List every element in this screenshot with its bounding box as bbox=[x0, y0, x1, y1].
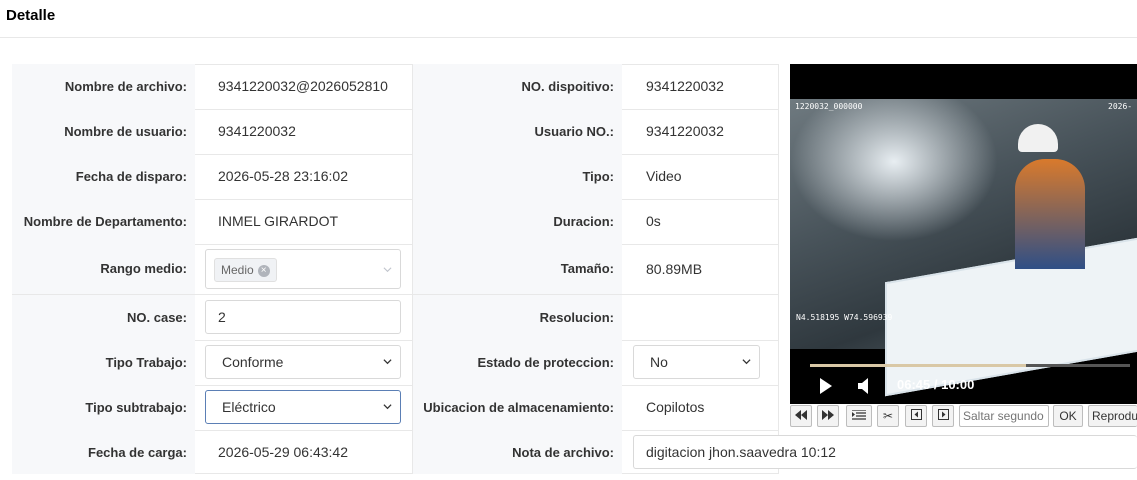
rewind-icon bbox=[795, 410, 807, 420]
type-value: Video bbox=[646, 168, 682, 184]
subwork-type-label: Tipo subtrabajo: bbox=[12, 385, 195, 430]
volume-icon[interactable] bbox=[858, 378, 870, 394]
range-tag: Medio × bbox=[214, 258, 277, 282]
play-icon[interactable] bbox=[820, 378, 832, 394]
file-name-label: Nombre de archivo: bbox=[12, 64, 195, 109]
seek-seconds-input[interactable] bbox=[960, 407, 1048, 425]
video-overlay-date: 2026- bbox=[1108, 102, 1133, 111]
video-progress-bar[interactable] bbox=[810, 364, 1130, 367]
resolution-label: Resolucion: bbox=[412, 295, 622, 340]
chevron-down-icon bbox=[383, 359, 392, 365]
video-frame bbox=[790, 99, 1137, 397]
size-value: 80.89MB bbox=[646, 261, 703, 277]
video-time: 06:45 / 10:00 bbox=[897, 377, 975, 392]
page-header: Detalle bbox=[0, 0, 1137, 38]
protection-status-value: No bbox=[650, 354, 668, 370]
subwork-type-value: Eléctrico bbox=[222, 399, 276, 415]
video-overlay-gps: N4.518195 W74.596939 bbox=[796, 313, 893, 322]
video-progress-fill bbox=[810, 364, 1026, 367]
fast-forward-icon bbox=[822, 410, 834, 420]
cut-button[interactable]: ✂ bbox=[877, 405, 899, 427]
detail-row: NO. case: 2 Resolucion: bbox=[12, 295, 779, 341]
clear-icon[interactable]: × bbox=[257, 264, 270, 277]
upload-date-label: Fecha de carga: bbox=[12, 430, 195, 474]
upload-date-value: 2026-05-29 06:43:42 bbox=[218, 444, 348, 460]
user-number-label: Usuario NO.: bbox=[412, 109, 622, 154]
work-type-value: Conforme bbox=[222, 354, 284, 370]
chevron-down-icon bbox=[383, 404, 392, 410]
chevron-down-icon bbox=[742, 359, 751, 365]
case-number-value: 2 bbox=[218, 309, 226, 325]
chevron-down-icon bbox=[383, 267, 392, 273]
size-label: Tamaño: bbox=[412, 244, 622, 294]
range-select[interactable]: Medio × bbox=[205, 249, 401, 289]
next-frame-icon bbox=[937, 409, 949, 420]
next-frame-button[interactable] bbox=[932, 405, 954, 427]
fast-forward-button[interactable] bbox=[817, 405, 839, 427]
play-button[interactable]: Reproducir bbox=[1088, 405, 1137, 427]
work-type-label: Tipo Trabajo: bbox=[12, 340, 195, 385]
file-note-input[interactable]: digitacion jhon.saavedra 10:12 bbox=[633, 435, 1137, 469]
detail-row: Nombre de Departamento: INMEL GIRARDOT D… bbox=[12, 199, 779, 245]
video-player[interactable]: 1220032_000000 2026- N4.518195 W74.59693… bbox=[790, 64, 1137, 404]
file-note-value: digitacion jhon.saavedra 10:12 bbox=[646, 444, 836, 460]
detail-row: Tipo Trabajo: Conforme Estado de protecc… bbox=[12, 340, 779, 386]
prev-frame-icon bbox=[910, 409, 922, 420]
file-note-label: Nota de archivo: bbox=[412, 430, 622, 474]
scissors-icon: ✂ bbox=[882, 409, 894, 423]
detail-row: Nombre de archivo: 9341220032@2026052810… bbox=[12, 64, 779, 110]
user-name-value: 9341220032 bbox=[218, 123, 296, 139]
user-name-label: Nombre de usuario: bbox=[12, 109, 195, 154]
work-type-select[interactable]: Conforme bbox=[205, 345, 401, 379]
list-button[interactable] bbox=[846, 405, 872, 427]
player-toolbar: ✂ OK Reproducir bbox=[790, 404, 1137, 430]
device-number-label: NO. dispoitivo: bbox=[412, 64, 622, 109]
file-name-value: 9341220032@2026052810 bbox=[218, 78, 388, 94]
detail-row: Fecha de disparo: 2026-05-28 23:16:02 Ti… bbox=[12, 154, 779, 200]
storage-location-value: Copilotos bbox=[646, 399, 705, 415]
video-overlay-id: 1220032_000000 bbox=[795, 102, 863, 111]
trigger-date-label: Fecha de disparo: bbox=[12, 154, 195, 199]
rewind-button[interactable] bbox=[790, 405, 812, 427]
case-number-label: NO. case: bbox=[12, 295, 195, 340]
detail-row: Nombre de usuario: 9341220032 Usuario NO… bbox=[12, 109, 779, 155]
protection-status-label: Estado de proteccion: bbox=[412, 340, 622, 385]
page-title: Detalle bbox=[6, 7, 56, 24]
trigger-date-value: 2026-05-28 23:16:02 bbox=[218, 168, 348, 184]
type-label: Tipo: bbox=[412, 154, 622, 199]
detail-row: Tipo subtrabajo: Eléctrico Ubicacion de … bbox=[12, 385, 779, 431]
list-icon bbox=[852, 409, 866, 420]
department-value: INMEL GIRARDOT bbox=[218, 213, 339, 229]
duration-label: Duracion: bbox=[412, 199, 622, 244]
subwork-type-select[interactable]: Eléctrico bbox=[205, 390, 401, 424]
user-number-value: 9341220032 bbox=[646, 123, 724, 139]
prev-frame-button[interactable] bbox=[905, 405, 927, 427]
video-board bbox=[885, 235, 1137, 397]
device-number-value: 9341220032 bbox=[646, 78, 724, 94]
storage-location-label: Ubicacion de almacenamiento: bbox=[412, 385, 622, 430]
seek-seconds-field[interactable] bbox=[959, 405, 1049, 427]
detail-row: Rango medio: Medio × Tamaño: 80.89MB bbox=[12, 244, 779, 295]
range-label: Rango medio: bbox=[12, 244, 195, 294]
protection-status-select[interactable]: No bbox=[633, 345, 760, 379]
case-number-input[interactable]: 2 bbox=[205, 300, 401, 334]
video-person bbox=[1015, 159, 1085, 269]
ok-button[interactable]: OK bbox=[1053, 405, 1083, 427]
range-tag-label: Medio bbox=[221, 263, 254, 277]
duration-value: 0s bbox=[646, 213, 661, 229]
department-label: Nombre de Departamento: bbox=[12, 199, 195, 244]
video-helmet bbox=[1018, 124, 1058, 152]
